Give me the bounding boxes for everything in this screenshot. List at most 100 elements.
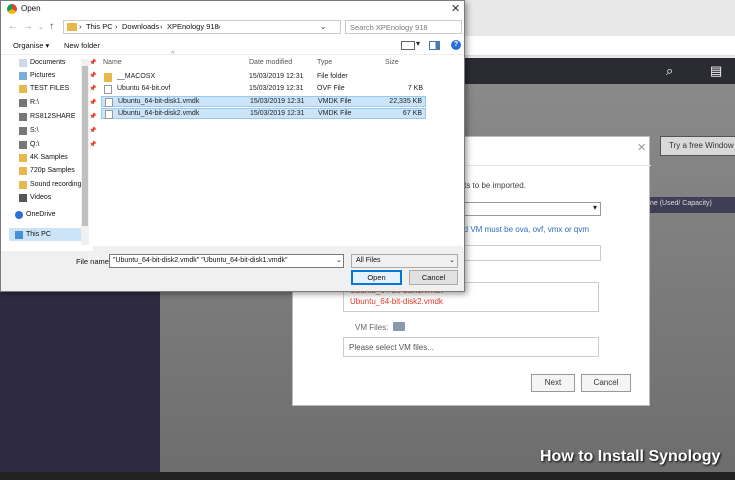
dialog-title: Open — [21, 4, 41, 13]
file-name: Ubuntu 64-bit.ovf — [117, 85, 171, 92]
pin-icon: 📌 — [89, 60, 97, 66]
nav-item-documents[interactable]: Documents 📌 — [19, 56, 96, 69]
file-row[interactable]: Ubuntu_64-bit-disk2.vmdk 15/03/2019 12:3… — [101, 108, 426, 119]
open-file-dialog: Open ✕ ← → ⌄ ↑ › This PC › Downloads › X… — [0, 0, 465, 292]
nav-item-videos[interactable]: Videos — [19, 191, 51, 204]
file-size: 22,335 KB — [389, 98, 422, 105]
close-icon[interactable]: ✕ — [637, 141, 646, 154]
file-type: VMDK File — [318, 98, 352, 105]
chevron-down-icon[interactable]: ▾ — [416, 39, 420, 48]
vm-name-field[interactable] — [463, 245, 601, 261]
breadcrumb-item[interactable]: XPEnology 918 — [167, 22, 219, 31]
chevron-down-icon[interactable]: ⌄ — [336, 256, 342, 264]
file-date: 15/03/2019 12:31 — [250, 98, 305, 105]
network-drive-icon — [19, 98, 27, 107]
documents-icon — [19, 58, 27, 67]
vm-files-input[interactable]: Please select VM files... — [343, 337, 599, 357]
chrome-icon — [7, 4, 17, 14]
file-icon — [105, 98, 113, 107]
pin-icon: 📌 — [89, 114, 97, 120]
import-note-text: cted VM must be ova, ovf, vmx or qvm — [453, 225, 590, 234]
open-button[interactable]: Open — [351, 270, 402, 285]
new-folder-button[interactable]: New folder — [64, 41, 100, 50]
column-header-name[interactable]: Name — [103, 59, 122, 66]
back-icon[interactable]: ← — [8, 21, 18, 32]
package-icon[interactable]: ▤ — [710, 63, 722, 79]
file-type: VMDK File — [318, 110, 352, 117]
file-row[interactable]: Ubuntu 64-bit.ovf 15/03/2019 12:31 OVF F… — [101, 84, 426, 95]
videos-icon — [19, 193, 27, 202]
up-icon[interactable]: ↑ — [49, 21, 54, 32]
column-header-size[interactable]: Size — [385, 59, 399, 66]
try-free-windows-button[interactable]: Try a free Window — [660, 136, 735, 156]
column-header-type[interactable]: Type — [317, 59, 332, 66]
search-input[interactable]: Search XPEnology 918 — [345, 20, 462, 34]
chevron-down-icon[interactable]: ⌄ — [449, 256, 455, 264]
title-bar — [1, 1, 464, 17]
video-caption: How to Install Synology — [540, 448, 721, 465]
volume-column-header: ne (Used/ Capacity) — [645, 197, 735, 213]
file-type-select[interactable]: All Files — [351, 254, 458, 268]
file-name-label: File name: — [76, 257, 112, 266]
close-icon[interactable]: ✕ — [451, 2, 460, 15]
column-header-date[interactable]: Date modified — [249, 59, 292, 66]
browser-urlbar[interactable] — [465, 36, 735, 56]
chevron-down-icon[interactable]: ⌄ — [38, 23, 44, 31]
file-name: __MACOSX — [117, 73, 156, 80]
organise-menu[interactable]: Organise ▾ — [13, 41, 49, 50]
file-date: 15/03/2019 12:31 — [249, 73, 304, 80]
network-drive-icon — [19, 112, 27, 121]
caption-bar — [0, 472, 735, 480]
cancel-button[interactable]: Cancel — [581, 374, 631, 392]
help-icon[interactable]: ? — [451, 40, 461, 50]
file-date: 15/03/2019 12:31 — [249, 85, 304, 92]
file-size: 67 KB — [402, 110, 422, 117]
nav-item-4k-samples[interactable]: 4K Samples — [19, 151, 68, 164]
cancel-button[interactable]: Cancel — [409, 270, 458, 285]
preview-pane-icon[interactable] — [429, 41, 440, 50]
file-type: OVF File — [317, 85, 345, 92]
sort-ascending-icon: ^ — [171, 51, 175, 58]
file-row[interactable]: Ubuntu_64-bit-disk1.vmdk 15/03/2019 12:3… — [101, 96, 426, 107]
forward-icon[interactable]: → — [23, 21, 33, 32]
next-button[interactable]: Next — [531, 374, 575, 392]
file-row[interactable]: __MACOSX 15/03/2019 12:31 File folder — [101, 72, 426, 83]
folder-icon[interactable] — [393, 322, 405, 331]
nav-item-onedrive[interactable]: OneDrive — [15, 208, 56, 221]
nav-item-s-drive[interactable]: S:\ 📌 — [19, 124, 96, 137]
pin-icon: 📌 — [89, 128, 97, 134]
storage-select[interactable]: ▾ — [463, 202, 601, 216]
nav-scrollbar-thumb[interactable] — [82, 66, 88, 226]
nav-item-sound-recording[interactable]: Sound recording — [19, 178, 81, 191]
nav-item-pictures[interactable]: Pictures 📌 — [19, 69, 96, 82]
file-name: Ubuntu_64-bit-disk1.vmdk — [118, 98, 200, 105]
pictures-icon — [19, 71, 27, 80]
pin-icon: 📌 — [89, 100, 97, 106]
chevron-down-icon: ▾ — [592, 203, 597, 212]
pin-icon: 📌 — [89, 142, 97, 148]
nav-item-rs812share[interactable]: RS812SHARE 📌 — [19, 110, 96, 123]
breadcrumb-item[interactable]: Downloads — [122, 22, 159, 31]
nav-item-r-drive[interactable]: R:\ 📌 — [19, 96, 96, 109]
address-bar[interactable]: › This PC › Downloads › XPEnology 918 › … — [63, 20, 397, 34]
search-icon[interactable]: ⌕ — [666, 63, 673, 79]
nav-item-720p-samples[interactable]: 720p Samples — [19, 164, 75, 177]
nav-item-q-drive[interactable]: Q:\ 📌 — [19, 138, 96, 151]
view-icon[interactable] — [401, 41, 415, 50]
pin-icon: 📌 — [89, 86, 97, 92]
nav-item-test-files[interactable]: TEST FILES 📌 — [19, 82, 96, 95]
folder-icon — [19, 84, 27, 93]
vm-files-label: VM Files: — [355, 323, 389, 332]
folder-icon — [67, 23, 77, 31]
nav-item-this-pc[interactable]: This PC — [15, 228, 51, 241]
network-drive-icon — [19, 140, 27, 149]
file-icon — [104, 85, 112, 94]
file-type: File folder — [317, 73, 348, 80]
file-name: Ubuntu_64-bit-disk2.vmdk — [118, 110, 200, 117]
chevron-down-icon[interactable]: ⌄ — [320, 22, 326, 31]
file-date: 15/03/2019 12:31 — [250, 110, 305, 117]
selected-file: Ubuntu_64-bit-disk2.vmdk — [350, 297, 443, 306]
file-icon — [105, 110, 113, 119]
breadcrumb-item[interactable]: This PC — [86, 22, 113, 31]
file-name-input[interactable]: "Ubuntu_64-bit-disk2.vmdk" "Ubuntu_64-bi… — [109, 254, 344, 268]
